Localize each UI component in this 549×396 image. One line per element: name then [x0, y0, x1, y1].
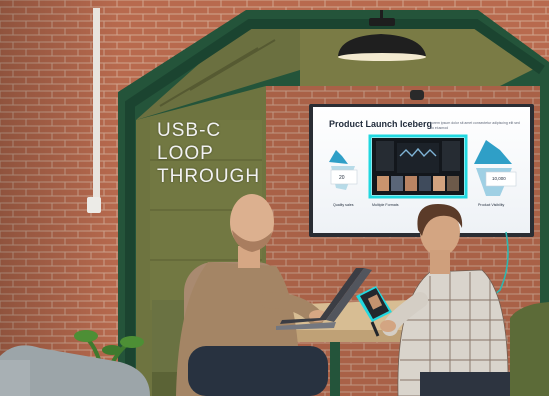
green-chair — [510, 302, 549, 396]
meeting-booth-scene: Product Launch Iceberg Lorem ipsum dolor… — [0, 0, 549, 396]
tv-slide-title: Product Launch Iceberg — [329, 119, 433, 129]
tv-label-right: Product Visibility — [478, 203, 505, 207]
tv-metric-left: 20 — [339, 175, 345, 181]
tv-label-left: Quality sales — [333, 203, 354, 207]
tv-label-middle: Multiple Formats — [372, 203, 399, 207]
wall-camera — [410, 90, 424, 100]
wall-conduit — [93, 8, 100, 208]
tv-metric-right: 10,000 — [492, 176, 506, 181]
tv-slide-subtitle: Lorem ipsum dolor sit amet consectetur a… — [430, 121, 520, 130]
feature-caption: USB-C LOOP THROUGH — [157, 120, 261, 187]
wall-shadow-left — [0, 0, 120, 396]
wall-outlet — [87, 197, 101, 213]
scene-artwork — [0, 0, 549, 396]
